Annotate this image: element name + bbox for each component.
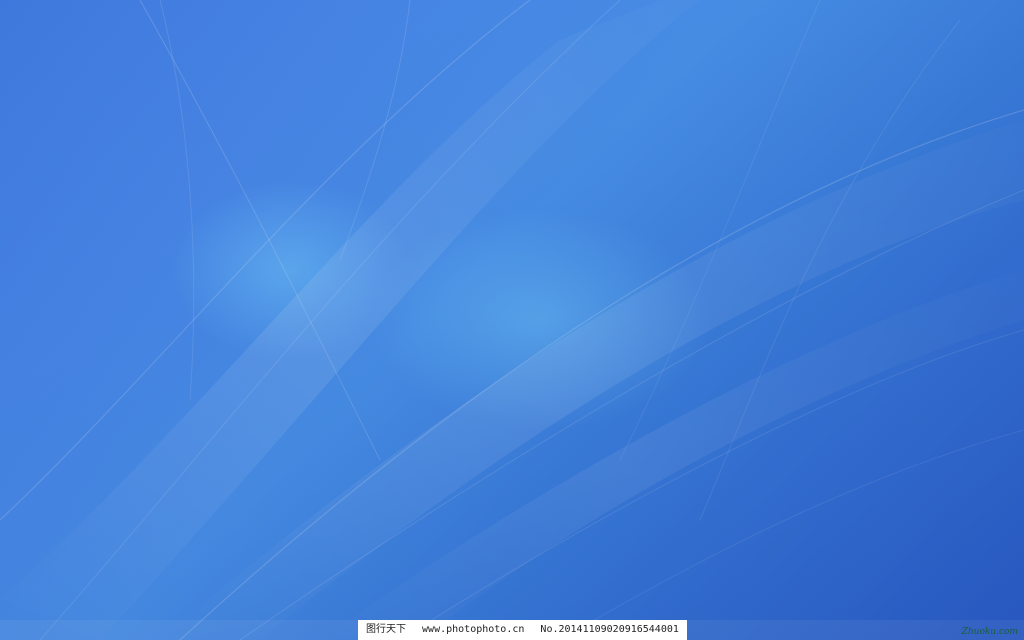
- desktop-wallpaper: 图行天下 www.photophoto.cn No.20141109020916…: [0, 0, 1024, 640]
- watermark-url: www.photophoto.cn: [422, 624, 525, 635]
- wave-streaks: [0, 0, 1024, 640]
- corner-shade: [0, 0, 1024, 640]
- watermark-text: 图行天下 www.photophoto.cn No.20141109020916…: [358, 620, 687, 640]
- watermark-number: No.20141109020916544001: [540, 624, 679, 635]
- zhuoku-logo: Zhuoku.com: [961, 627, 1018, 637]
- watermark-site-name: 图行天下: [366, 624, 406, 635]
